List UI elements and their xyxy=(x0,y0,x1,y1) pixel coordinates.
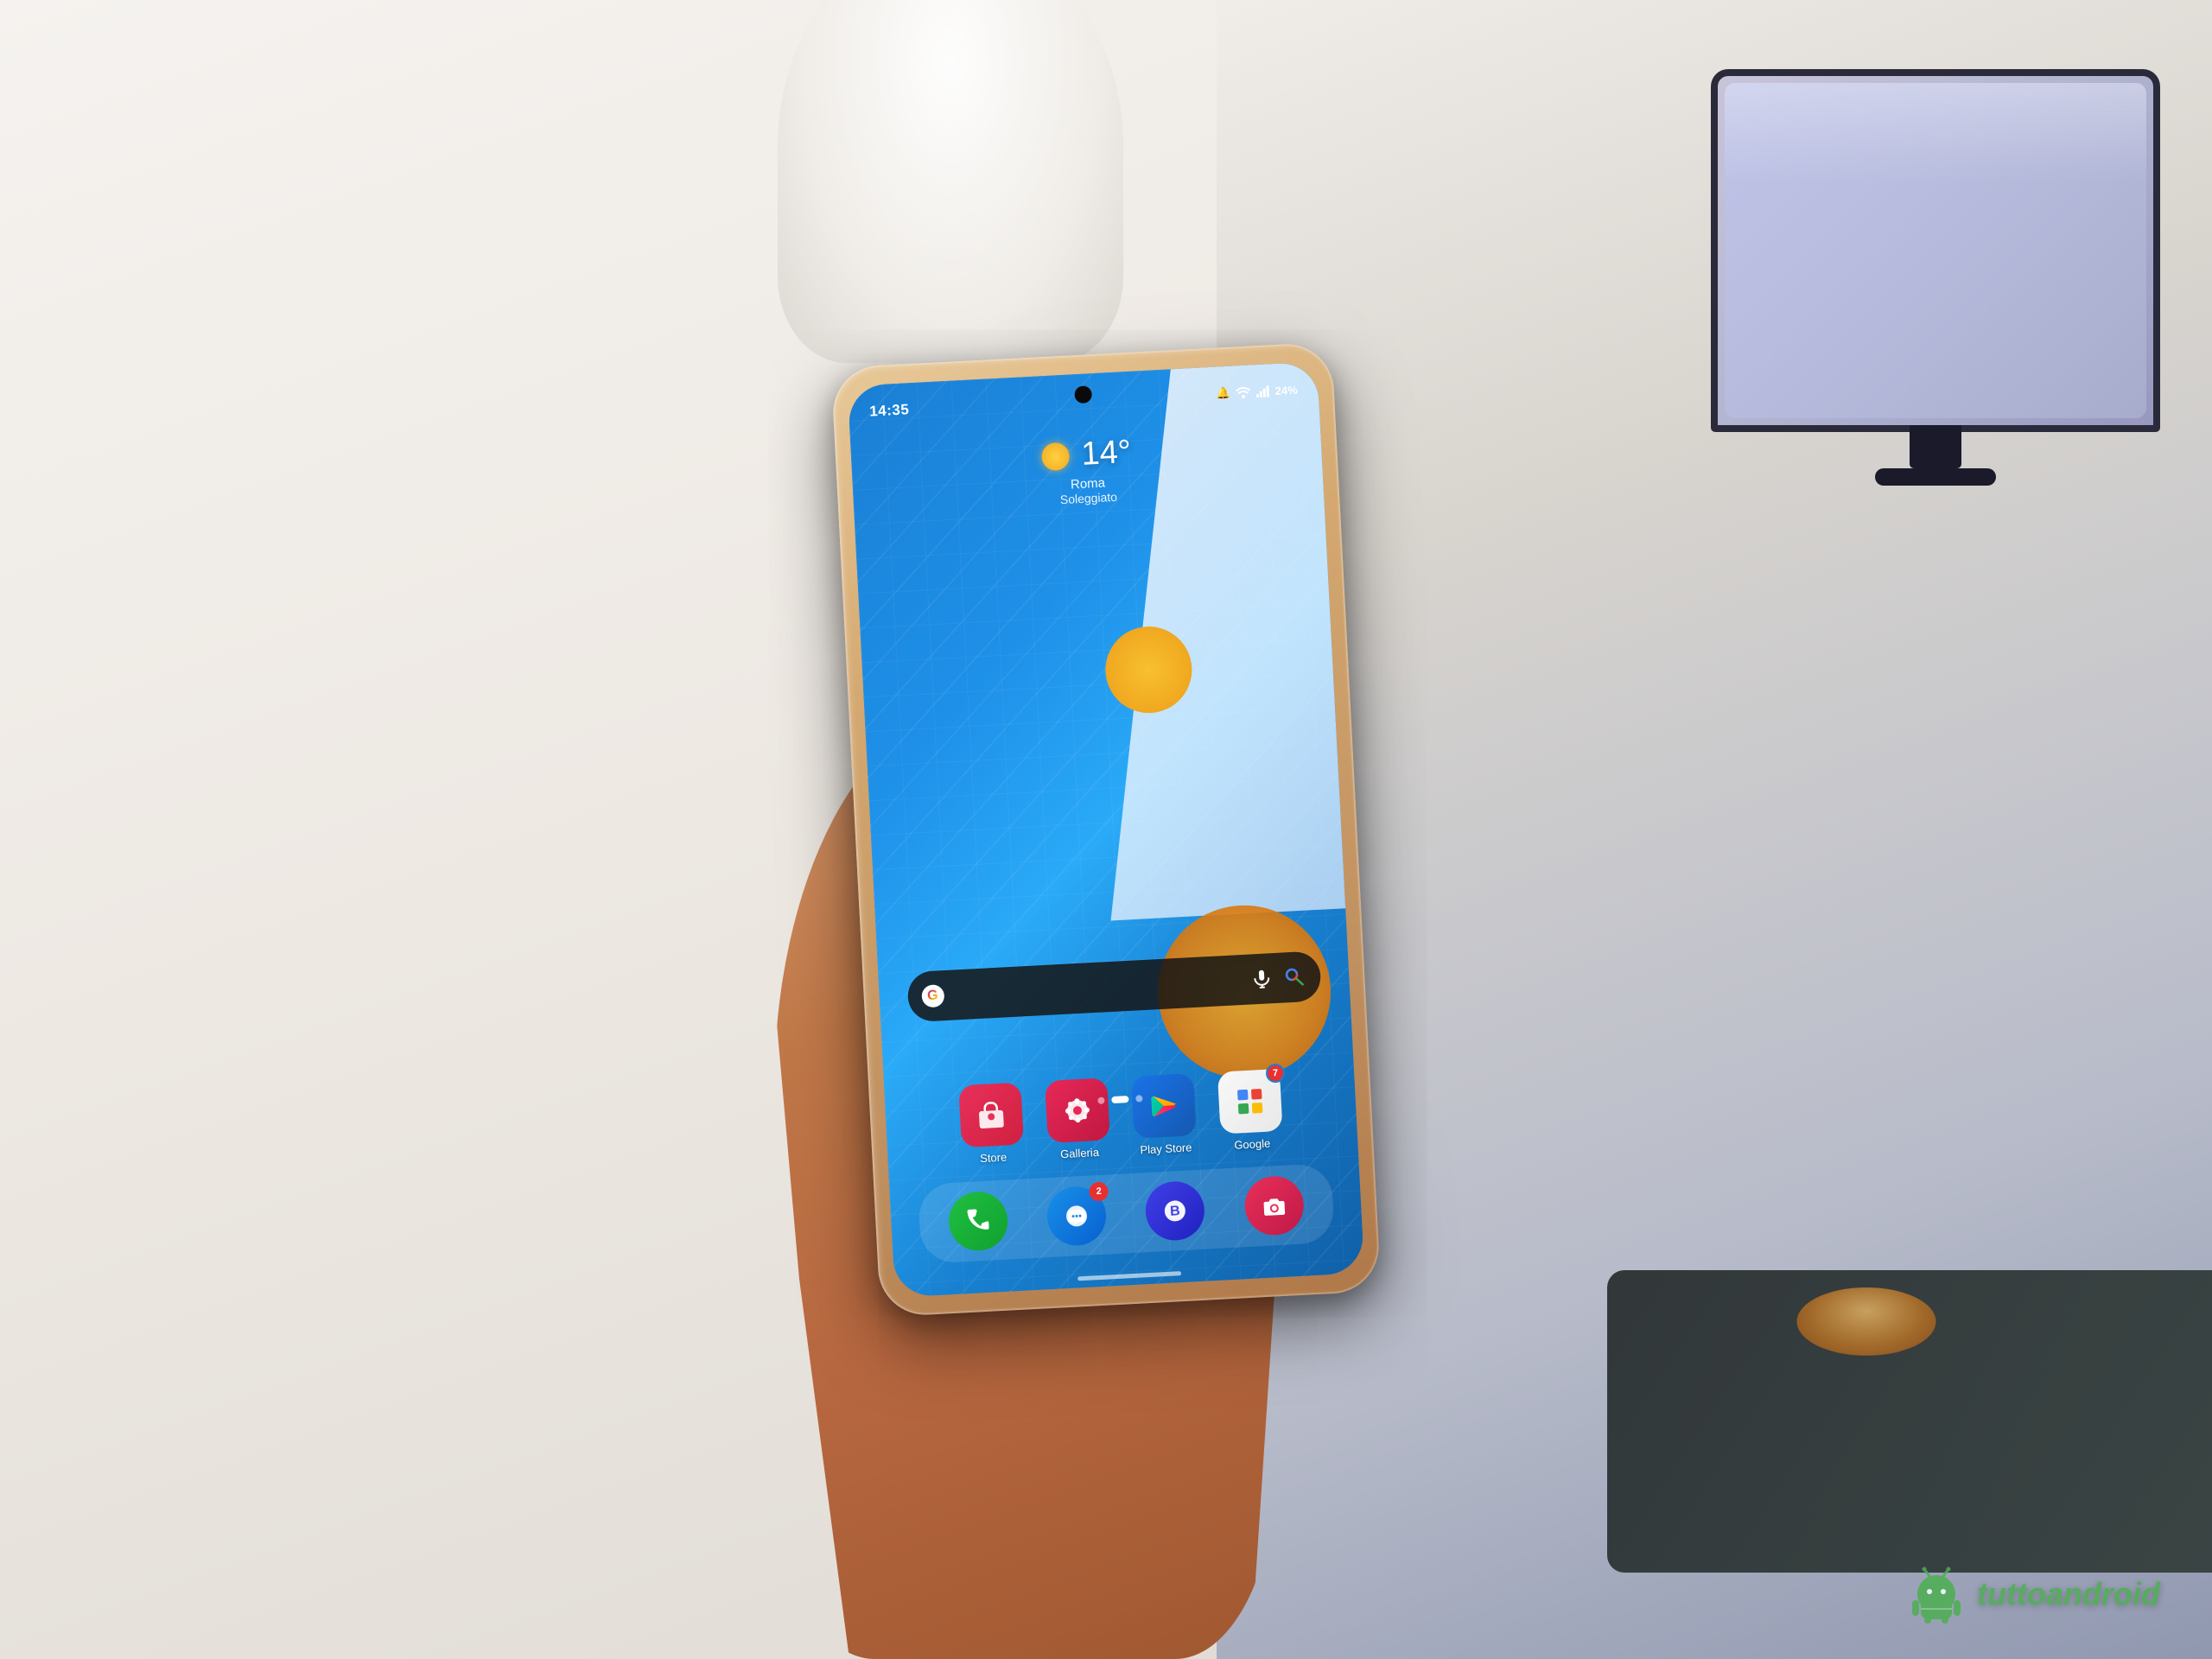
weather-sun-icon xyxy=(1041,442,1071,471)
phone-device: 14:35 🔔 xyxy=(831,342,1382,1318)
dock-phone[interactable] xyxy=(948,1191,1009,1252)
signal-icon xyxy=(1255,385,1270,397)
search-mic-button[interactable] xyxy=(1249,966,1274,991)
status-time: 14:35 xyxy=(869,401,910,420)
dock-bixby[interactable]: B xyxy=(1145,1180,1206,1242)
dot-2 xyxy=(1111,1096,1128,1103)
battery-text: 24% xyxy=(1274,383,1298,397)
monitor-screen xyxy=(1725,83,2146,418)
android-logo-icon xyxy=(1906,1564,1967,1624)
google-badge: 7 xyxy=(1265,1064,1285,1084)
store-label: Store xyxy=(980,1151,1007,1166)
watermark: tuttoandroid xyxy=(1906,1564,2160,1624)
dock-camera[interactable] xyxy=(1243,1175,1305,1236)
bixby-icon: B xyxy=(1145,1180,1206,1242)
google-icon: 7 xyxy=(1217,1069,1283,1135)
search-lens-button[interactable] xyxy=(1282,964,1307,989)
watermark-text: tuttoandroid xyxy=(1977,1576,2160,1612)
volume-icon: 🔔 xyxy=(1216,386,1230,401)
weather-widget[interactable]: 14° Roma Soleggiato xyxy=(1040,434,1134,507)
app-store[interactable]: Store xyxy=(955,1083,1028,1166)
gallery-label: Galleria xyxy=(1060,1146,1100,1160)
phone-icon xyxy=(948,1191,1009,1252)
gallery-icon xyxy=(1045,1078,1110,1144)
camera-icon xyxy=(1243,1175,1305,1236)
dot-1 xyxy=(1097,1096,1104,1103)
google-g-logo: G xyxy=(921,984,944,1007)
google-label: Google xyxy=(1234,1137,1271,1152)
dot-3 xyxy=(1135,1095,1142,1102)
wifi-icon xyxy=(1235,386,1251,399)
messages-icon: 2 xyxy=(1046,1185,1108,1247)
dock-messages[interactable]: 2 xyxy=(1046,1185,1108,1247)
svg-text:B: B xyxy=(1170,1204,1180,1219)
status-icons: 🔔 xyxy=(1216,383,1298,401)
app-playstore[interactable]: Play Store xyxy=(1128,1073,1201,1157)
playstore-icon xyxy=(1131,1073,1197,1139)
monitor-decoration xyxy=(1711,69,2160,432)
phone-body: 14:35 🔔 xyxy=(831,342,1382,1318)
phone-screen: 14:35 🔔 xyxy=(848,361,1365,1297)
lamp-decoration xyxy=(778,0,1123,363)
store-icon xyxy=(958,1083,1024,1148)
monitor-stand xyxy=(1910,425,1961,468)
app-gallery[interactable]: Galleria xyxy=(1041,1077,1115,1161)
playstore-label: Play Store xyxy=(1140,1141,1192,1156)
monitor-base xyxy=(1875,468,1996,486)
app-google[interactable]: 7 Google xyxy=(1214,1069,1287,1153)
app-grid: Store xyxy=(955,1069,1287,1166)
weather-temp: 14° xyxy=(1080,434,1132,474)
messages-badge: 2 xyxy=(1089,1181,1109,1201)
